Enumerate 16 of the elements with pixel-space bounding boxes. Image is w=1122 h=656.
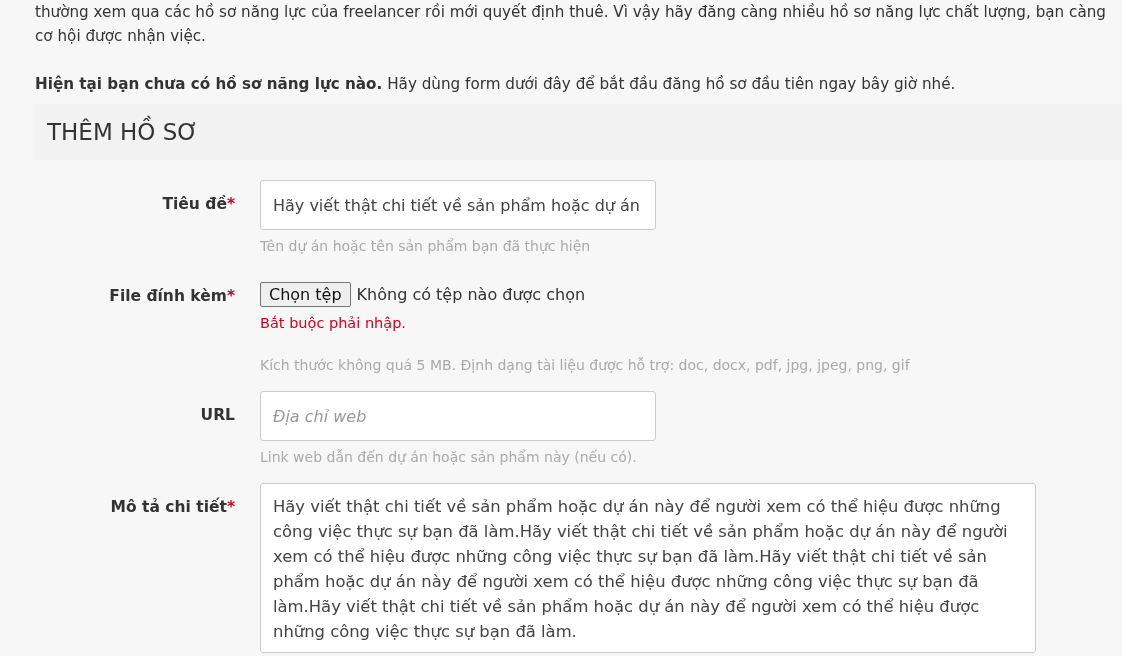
field-label: Mô tả chi tiết* xyxy=(109,496,235,516)
notice-text: Hiện tại bạn chưa có hồ sơ năng lực nào. Hãy dùng form dưới đây để bắt đầu đăng hồ sơ đầu tiên ngay bây giờ nhé. xyxy=(35,74,956,95)
text-field[interactable]: Địa chỉ web xyxy=(260,391,656,441)
file-status: Không có tệp nào được chọn xyxy=(356,285,586,304)
description-field[interactable]: Hãy viết thật chi tiết về sản phẩm hoặc dự án này để người xem có thể hiệu được những công việc thực sự bạn đã làm.Hãy viết thật chi tiết về sản phẩm hoặc dự án này để người xem có thể hiệu được những công việc thực sự bạn đã làm.Hãy viết thật chi tiết về sản phẩm hoặc dự án này để người xem có thể hiệu được những công việc thực sự bạn đã làm.Hãy viết thật chi tiết về sản phẩm hoặc dự án này để người xem có thể hiệu được những công việc thực sự bạn đã làm. xyxy=(260,483,1036,653)
field-label: File đính kèm* xyxy=(108,286,235,305)
choose-file-button[interactable]: Chọn tệp xyxy=(260,282,351,307)
intro-text: cơ hội được nhận việc. xyxy=(35,26,206,47)
error-message: Bắt buộc phải nhập. xyxy=(260,315,407,331)
field-label: Tiêu đề* xyxy=(161,194,235,213)
intro-text: thường xem qua các hồ sơ năng lực của freelancer rồi mới quyết định thuê. Vì vậy hãy đăng càng nhiều hồ sơ năng lực chất lượng, bạn càng xyxy=(35,2,1106,23)
text-field[interactable]: Hãy viết thật chi tiết về sản phẩm hoặc dự án xyxy=(260,180,656,230)
hint-text: Tên dự án hoặc tên sản phẩm bạn đã thực hiện xyxy=(260,238,592,254)
field-label: URL xyxy=(199,405,235,424)
hint-text: Link web dẫn đến dự án hoặc sản phẩm này (nếu có). xyxy=(260,449,638,465)
hint-text: Kích thước không quá 5 MB. Định dạng tài liệu được hỗ trợ: doc, docx, pdf, jpg, jpeg, png, gif xyxy=(260,357,911,373)
